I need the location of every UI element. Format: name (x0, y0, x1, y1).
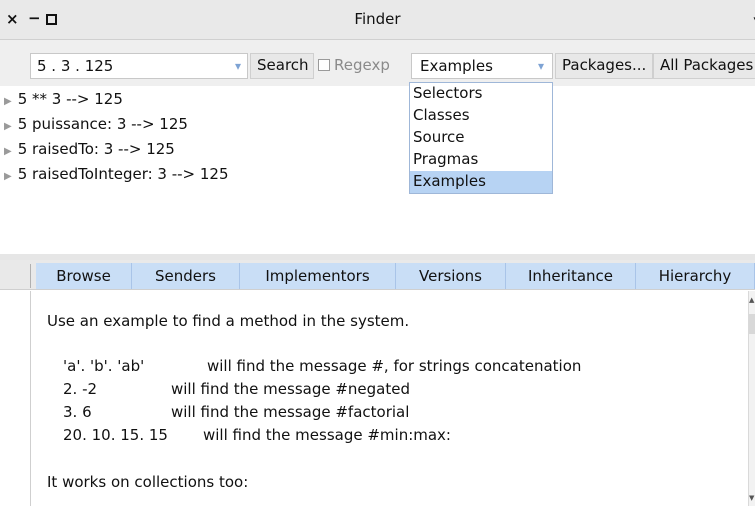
example-input: 'a'. 'b'. 'ab' (63, 357, 145, 375)
result-label: 5 puissance: 3 --> 125 (17, 115, 188, 133)
tab-browse[interactable]: Browse (36, 263, 132, 289)
result-row[interactable]: ▶ 5 raisedTo: 3 --> 125 (4, 140, 175, 158)
tab-versions[interactable]: Versions (396, 263, 506, 289)
expand-triangle-icon[interactable]: ▶ (4, 146, 12, 157)
example-input: 2. -2 (63, 380, 98, 398)
example-description: will find the message #negated (171, 380, 410, 398)
scroll-down-icon[interactable]: ▼ (749, 494, 754, 502)
search-toolbar: 5 . 3 . 125 ▾ Search Regexp Examples ▾ P… (0, 40, 755, 86)
title-bar: × − Finder ▾ (0, 0, 755, 40)
scrollbar-thumb[interactable] (749, 314, 755, 334)
expand-triangle-icon[interactable]: ▶ (4, 121, 12, 132)
packages-button[interactable]: Packages... (555, 53, 653, 79)
search-history-dropdown-icon[interactable]: ▾ (228, 53, 248, 79)
mode-option-classes[interactable]: Classes (410, 105, 552, 127)
regexp-toggle[interactable]: Regexp (318, 56, 390, 74)
mode-option-source[interactable]: Source (410, 127, 552, 149)
tab-senders[interactable]: Senders (132, 263, 240, 289)
tool-tabbar: Browse Senders Implementors Versions Inh… (0, 260, 755, 290)
example-description: will find the message #, for strings con… (207, 357, 582, 375)
expand-triangle-icon[interactable]: ▶ (4, 96, 12, 107)
mode-option-pragmas[interactable]: Pragmas (410, 149, 552, 171)
example-description: will find the message #factorial (171, 403, 410, 421)
help-footer: It works on collections too: (47, 473, 249, 491)
result-row[interactable]: ▶ 5 puissance: 3 --> 125 (4, 115, 188, 133)
result-label: 5 ** 3 --> 125 (17, 90, 123, 108)
regexp-label: Regexp (334, 56, 390, 74)
example-input: 20. 10. 15. 15 (63, 426, 168, 444)
tab-implementors[interactable]: Implementors (240, 263, 396, 289)
left-gutter (0, 291, 30, 506)
result-label: 5 raisedToInteger: 3 --> 125 (17, 165, 229, 183)
result-row[interactable]: ▶ 5 raisedToInteger: 3 --> 125 (4, 165, 229, 183)
window-title: Finder (354, 10, 401, 28)
help-text-pane[interactable]: Use an example to find a method in the s… (30, 291, 748, 506)
search-mode-popup: Selectors Classes Source Pragmas Example… (409, 82, 553, 194)
tabbar-handle (30, 264, 34, 288)
example-description: will find the message #min:max: (203, 426, 451, 444)
tab-inheritance[interactable]: Inheritance (506, 263, 636, 289)
scroll-up-icon[interactable]: ▲ (749, 296, 754, 304)
search-button[interactable]: Search (250, 53, 314, 79)
results-tree: ▶ 5 ** 3 --> 125 ▶ 5 puissance: 3 --> 125 … (0, 86, 755, 254)
example-input: 3. 6 (63, 403, 92, 421)
mode-option-examples[interactable]: Examples (410, 171, 552, 193)
tab-hierarchy[interactable]: Hierarchy (636, 263, 755, 289)
result-row[interactable]: ▶ 5 ** 3 --> 125 (4, 90, 123, 108)
regexp-checkbox[interactable] (318, 59, 330, 71)
all-packages-button[interactable]: All Packages (653, 53, 755, 79)
expand-triangle-icon[interactable]: ▶ (4, 171, 12, 182)
mode-option-selectors[interactable]: Selectors (410, 83, 552, 105)
result-label: 5 raisedTo: 3 --> 125 (17, 140, 175, 158)
help-intro: Use an example to find a method in the s… (47, 312, 410, 330)
search-mode-dropdown-icon[interactable]: ▾ (531, 53, 551, 79)
search-input[interactable]: 5 . 3 . 125 (30, 53, 248, 79)
